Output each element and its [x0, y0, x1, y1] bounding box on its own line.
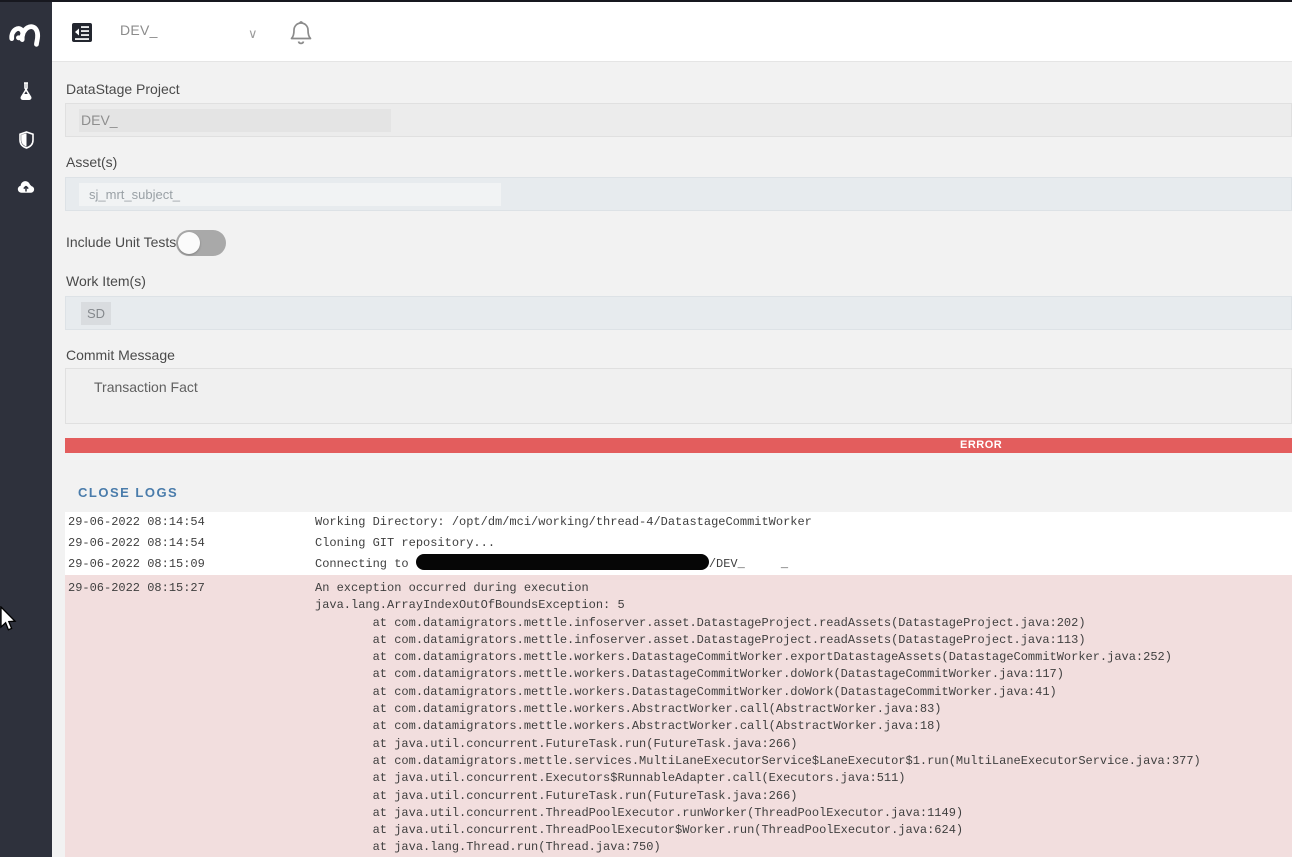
log-message: Working Directory: /opt/dm/mci/working/t… — [315, 512, 1292, 533]
log-row: 29-06-2022 08:14:54 Cloning GIT reposito… — [65, 533, 1292, 554]
log-timestamp: 29-06-2022 08:14:54 — [65, 512, 315, 533]
error-status-label: ERROR — [960, 439, 1002, 451]
redacted-highlight — [79, 109, 391, 132]
commit-message-textarea[interactable]: Transaction Fact — [65, 368, 1292, 424]
log-timestamp: 29-06-2022 08:15:27 — [65, 580, 315, 857]
log-row: 29-06-2022 08:14:54 Working Directory: /… — [65, 512, 1292, 533]
log-panel: 29-06-2022 08:14:54 Working Directory: /… — [65, 512, 1292, 857]
topbar: DEV_ ∨ — [52, 2, 1292, 62]
log-message-suffix: /DEV_ _ — [709, 557, 788, 571]
assets-label: Asset(s) — [66, 154, 117, 170]
flask-icon — [18, 82, 34, 100]
datastage-project-label: DataStage Project — [66, 81, 180, 97]
log-error-entry: 29-06-2022 08:15:27 An exception occurre… — [65, 575, 1292, 857]
commit-message-label: Commit Message — [66, 347, 175, 363]
chevron-down-icon[interactable]: ∨ — [248, 26, 258, 42]
mettle-logo[interactable] — [7, 13, 45, 51]
log-row: 29-06-2022 08:15:09 Connecting to /DEV_ … — [65, 554, 1292, 575]
log-message-prefix: Connecting to — [315, 557, 416, 571]
include-unit-tests-label: Include Unit Tests — [66, 234, 176, 250]
error-status-bar: ERROR — [65, 438, 1292, 453]
datastage-project-field[interactable]: DEV_ — [65, 103, 1292, 137]
menu-toggle-icon[interactable] — [72, 23, 92, 42]
stack-trace: An exception occurred during execution j… — [315, 580, 1292, 857]
work-items-field[interactable]: SD — [65, 296, 1292, 330]
include-unit-tests-toggle[interactable] — [176, 230, 226, 256]
log-timestamp: 29-06-2022 08:14:54 — [65, 533, 315, 554]
log-message: Connecting to /DEV_ _ — [315, 554, 1292, 575]
work-item-chip[interactable]: SD — [81, 302, 111, 325]
close-logs-link[interactable]: CLOSE LOGS — [78, 485, 178, 500]
log-timestamp: 29-06-2022 08:15:09 — [65, 554, 315, 575]
top-border-line — [0, 0, 1292, 2]
app-window: DEV_ ∨ DataStage Project DEV_ Asset(s) s… — [0, 0, 1292, 857]
sidebar-item-deploy[interactable] — [0, 180, 52, 194]
log-message: Cloning GIT repository... — [315, 533, 1292, 554]
commit-message-value: Transaction Fact — [94, 379, 198, 395]
work-items-label: Work Item(s) — [66, 273, 146, 289]
sidebar-item-tests[interactable] — [0, 82, 52, 100]
sidebar-item-security[interactable] — [0, 131, 52, 149]
datastage-project-value: DEV_ — [81, 104, 118, 136]
asset-chip[interactable]: sj_mrt_subject_ — [79, 183, 501, 206]
shield-icon — [19, 131, 34, 149]
redacted-url-pill — [416, 554, 709, 570]
environment-select-value: DEV_ — [120, 22, 158, 38]
assets-field[interactable]: sj_mrt_subject_ — [65, 177, 1292, 211]
toggle-knob — [178, 232, 200, 254]
cloud-upload-icon — [17, 180, 35, 194]
bell-icon[interactable] — [290, 20, 312, 46]
sidebar — [0, 0, 52, 857]
